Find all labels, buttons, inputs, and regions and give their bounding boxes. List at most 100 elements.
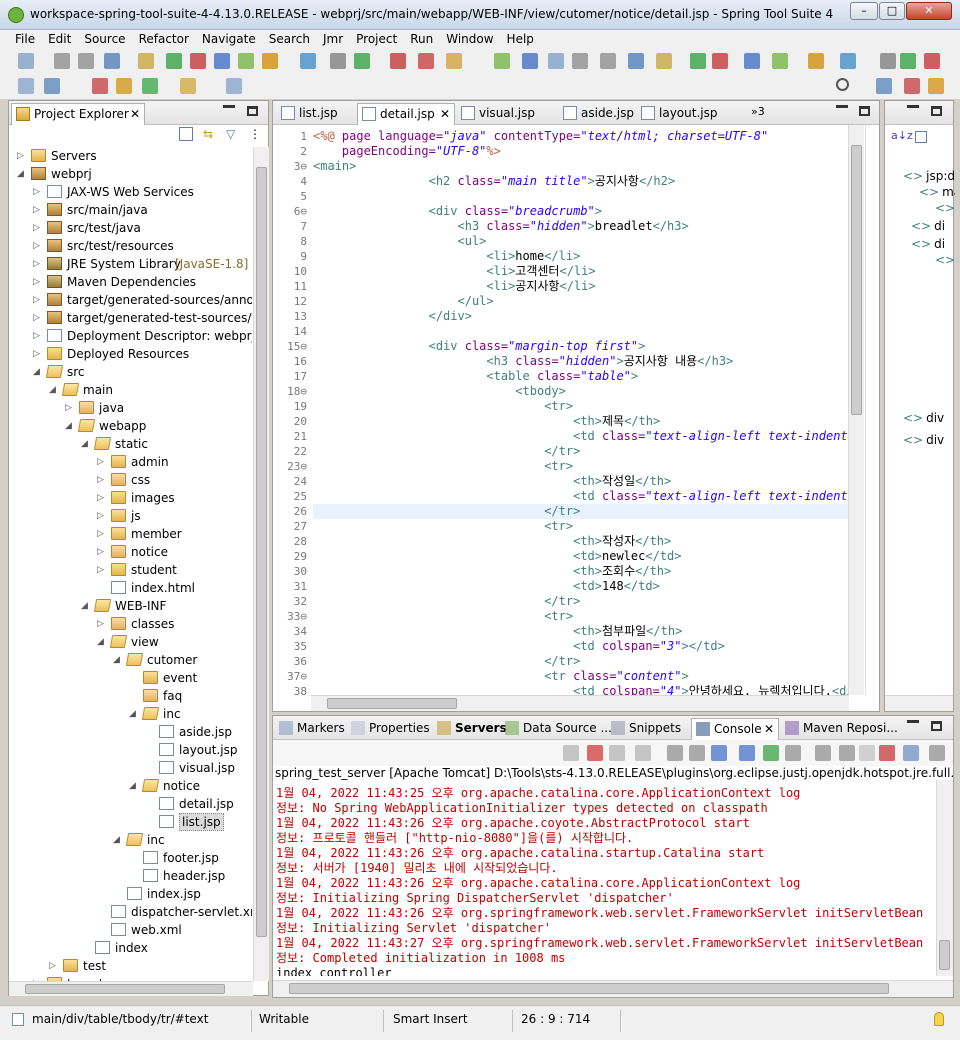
outline-item[interactable]: <>h2 xyxy=(935,199,955,217)
console-toolbar-button-icon[interactable] xyxy=(563,745,579,761)
tree-item[interactable]: ▷ Deployed Resources xyxy=(9,345,252,363)
code-line[interactable]: </tr> xyxy=(313,444,580,459)
tree-item[interactable]: layout.jsp xyxy=(9,741,252,759)
toolbar-button-icon[interactable] xyxy=(690,53,706,69)
console-toolbar-button-icon[interactable] xyxy=(667,745,683,761)
console-vertical-scrollbar[interactable] xyxy=(936,780,953,976)
toolbar-button-icon[interactable] xyxy=(494,53,510,69)
tree-item[interactable]: ◢ inc xyxy=(9,831,252,849)
expand-toggle-icon[interactable]: ▷ xyxy=(33,255,40,273)
toolbar-button-icon[interactable] xyxy=(572,53,588,69)
outline-item[interactable]: <> div xyxy=(903,409,944,427)
maximize-button[interactable]: □ xyxy=(879,2,905,20)
expand-toggle-icon[interactable]: ▷ xyxy=(97,471,104,489)
toolbar-button-icon[interactable] xyxy=(54,53,70,69)
tree-item[interactable]: ▷ target/generated-sources/annotations xyxy=(9,291,252,309)
console-toolbar-button-icon[interactable] xyxy=(785,745,801,761)
tab-console[interactable]: Console ✕ xyxy=(691,718,779,740)
tree-item[interactable]: index.html xyxy=(9,579,252,597)
toolbar-button-icon[interactable] xyxy=(18,53,34,69)
console-toolbar-button-icon[interactable] xyxy=(815,745,831,761)
link-editor-icon[interactable]: ⇆ xyxy=(203,127,219,141)
menu-refactor[interactable]: Refactor xyxy=(139,30,189,46)
expand-toggle-icon[interactable]: ▷ xyxy=(33,273,40,291)
collapse-all-icon[interactable] xyxy=(179,127,193,141)
expand-toggle-icon[interactable]: ▷ xyxy=(97,543,104,561)
toolbar-button-icon[interactable] xyxy=(166,53,182,69)
tab-project-explorer[interactable]: Project Explorer ✕ xyxy=(11,103,145,125)
search-icon[interactable] xyxy=(836,78,849,91)
maximize-view-icon[interactable] xyxy=(859,106,870,116)
close-button[interactable]: ✕ xyxy=(906,2,952,20)
expand-toggle-icon[interactable]: ▷ xyxy=(97,615,104,633)
tree-item[interactable]: ▷ Deployment Descriptor: webprj xyxy=(9,327,252,345)
code-line[interactable]: </tr> xyxy=(313,504,853,519)
toolbar-button-icon[interactable] xyxy=(772,53,788,69)
code-line[interactable]: <main> xyxy=(313,159,356,174)
tree-item[interactable]: ◢ webapp xyxy=(9,417,252,435)
toolbar-button-icon[interactable] xyxy=(900,53,916,69)
menu-edit[interactable]: Edit xyxy=(48,30,71,46)
console-toolbar-button-icon[interactable] xyxy=(689,745,705,761)
expand-toggle-icon[interactable]: ◢ xyxy=(113,651,120,669)
tree-item[interactable]: index xyxy=(9,939,252,957)
code-line[interactable]: <tr> xyxy=(313,609,573,624)
tree-item[interactable]: ◢ notice xyxy=(9,777,252,795)
toolbar-button-icon[interactable] xyxy=(744,53,760,69)
expand-toggle-icon[interactable]: ▷ xyxy=(17,147,24,165)
code-line[interactable]: <td class="text-align-left text-indent" … xyxy=(313,489,863,504)
toolbar-button-icon[interactable] xyxy=(656,53,672,69)
maximize-view-icon[interactable] xyxy=(931,106,942,116)
expand-toggle-icon[interactable]: ▷ xyxy=(33,327,40,345)
outline-item[interactable]: <><> xyxy=(935,251,955,269)
console-toolbar-button-icon[interactable] xyxy=(739,745,755,761)
expand-toggle-icon[interactable]: ◢ xyxy=(81,435,88,453)
code-line[interactable]: <h3 class="hidden">공지사항 내용</h3> xyxy=(313,354,733,369)
tree-item[interactable]: event xyxy=(9,669,252,687)
scroll-thumb[interactable] xyxy=(939,940,950,970)
tree-item[interactable]: ▷ notice xyxy=(9,543,252,561)
toolbar-button-icon[interactable] xyxy=(808,53,824,69)
code-line[interactable]: <tbody> xyxy=(313,384,566,399)
tree-item[interactable]: aside.jsp xyxy=(9,723,252,741)
tab-snippets[interactable]: Snippets xyxy=(607,718,689,740)
collapse-all-icon[interactable] xyxy=(915,131,927,143)
tree-item[interactable]: ▷ admin xyxy=(9,453,252,471)
editor-vertical-scrollbar[interactable] xyxy=(848,125,864,695)
expand-toggle-icon[interactable]: ▷ xyxy=(33,309,40,327)
console-toolbar-button-icon[interactable] xyxy=(763,745,779,761)
expand-toggle-icon[interactable]: ◢ xyxy=(49,381,56,399)
code-line[interactable]: <td>newlec</td> xyxy=(313,549,681,564)
toolbar-button-icon[interactable] xyxy=(226,78,242,94)
expand-toggle-icon[interactable]: ▷ xyxy=(33,291,40,309)
code-line[interactable]: </div> xyxy=(313,309,472,324)
tab-markers[interactable]: Markers xyxy=(275,718,345,740)
close-icon[interactable]: ✕ xyxy=(440,104,450,124)
toolbar-button-icon[interactable] xyxy=(142,78,158,94)
code-line[interactable]: <table class="table"> xyxy=(313,369,638,384)
code-line[interactable]: pageEncoding="UTF-8"%> xyxy=(313,144,501,159)
toolbar-button-icon[interactable] xyxy=(18,78,34,94)
view-menu-icon[interactable]: ⋮ xyxy=(249,127,261,141)
expand-toggle-icon[interactable]: ▷ xyxy=(97,453,104,471)
editor-horizontal-scrollbar[interactable] xyxy=(311,695,849,711)
close-icon[interactable]: ✕ xyxy=(130,104,140,124)
toolbar-button-icon[interactable] xyxy=(904,78,920,94)
menu-navigate[interactable]: Navigate xyxy=(202,30,256,46)
tab-detail-jsp[interactable]: detail.jsp ✕ xyxy=(357,103,455,125)
tree-item[interactable]: ◢ webprj xyxy=(9,165,252,183)
code-line[interactable]: <div class="breadcrumb"> xyxy=(313,204,602,219)
outline-item[interactable]: <> div xyxy=(903,431,944,449)
tree-item[interactable]: ▷ css xyxy=(9,471,252,489)
code-line[interactable]: <th>작성일</th> xyxy=(313,474,671,489)
tree-item[interactable]: ▷ classes xyxy=(9,615,252,633)
tree-item[interactable]: ◢ src xyxy=(9,363,252,381)
expand-toggle-icon[interactable]: ▷ xyxy=(33,345,40,363)
tree-item[interactable]: ◢ WEB-INF xyxy=(9,597,252,615)
toolbar-button-icon[interactable] xyxy=(78,53,94,69)
tab-servers[interactable]: Servers xyxy=(433,718,507,740)
tree-item[interactable]: ▷ Maven Dependencies xyxy=(9,273,252,291)
console-toolbar-button-icon[interactable] xyxy=(879,745,895,761)
toolbar-button-icon[interactable] xyxy=(522,53,538,69)
code-line[interactable]: <li>공지사항</li> xyxy=(313,279,595,294)
